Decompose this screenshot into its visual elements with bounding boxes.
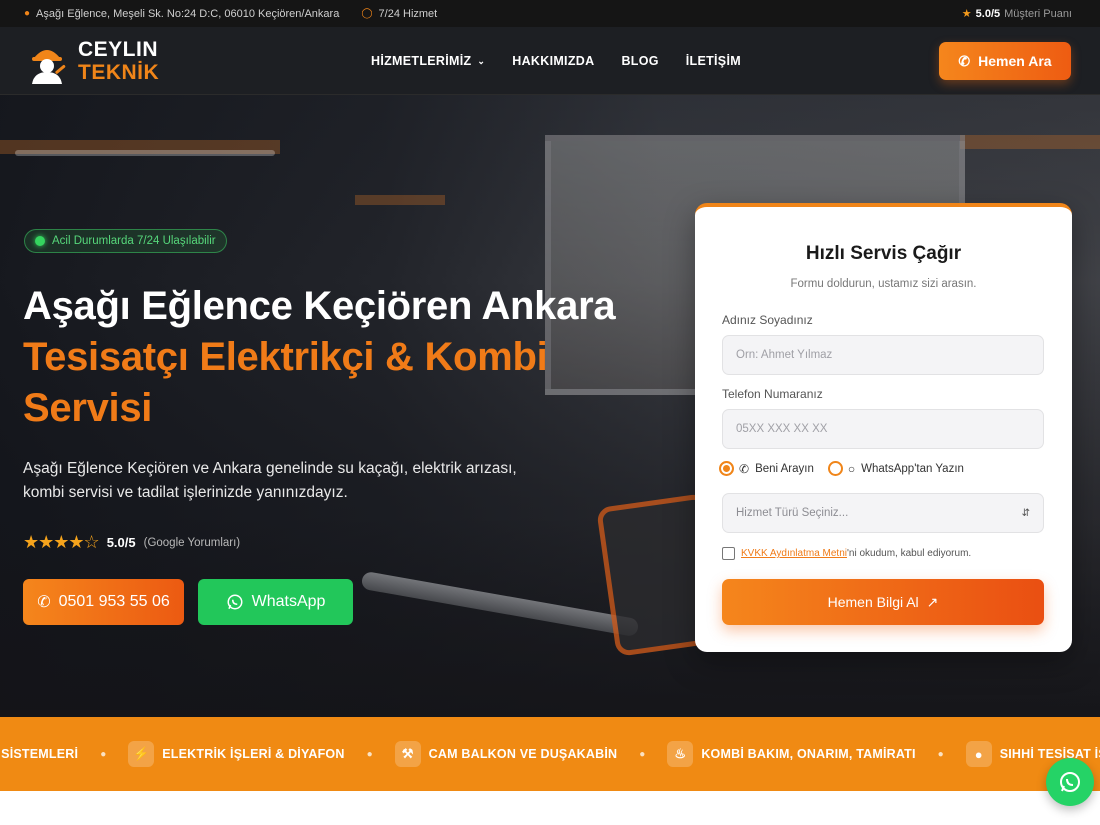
logo-line-1: CEYLIN bbox=[78, 37, 159, 61]
nav-contact[interactable]: İLETİŞİM bbox=[686, 54, 741, 68]
hero-title-orange-2: Servisi bbox=[23, 386, 153, 430]
form-subtitle: Formu doldurun, ustamız sizi arasın. bbox=[790, 278, 977, 290]
hero-title-orange-1: Tesisatçı Elektrikçi & Kombi bbox=[23, 335, 548, 379]
address-info: ● Aşağı Eğlence, Meşeli Sk. No:24 D:C, 0… bbox=[24, 8, 339, 20]
radio-whatsapp-label: WhatsApp'tan Yazın bbox=[861, 462, 964, 475]
ticker-item: ATMA SİSTEMLERİ bbox=[0, 747, 78, 761]
whatsapp-icon: ○ bbox=[847, 461, 856, 476]
flame-icon: ♨ bbox=[667, 741, 694, 767]
quick-service-form: Hızlı Servis Çağır Formu doldurun, ustam… bbox=[695, 203, 1072, 652]
nav-about[interactable]: HAKKIMIZDA bbox=[512, 54, 594, 68]
name-label: Adınız Soyadınız bbox=[722, 313, 813, 327]
radio-whatsapp[interactable] bbox=[827, 461, 843, 476]
contact-preference: ✆ Beni Arayın ○ WhatsApp'tan Yazın bbox=[719, 461, 964, 476]
ticker-item-label: SIHHİ TESİSAT İŞLERİ bbox=[999, 747, 1100, 761]
phone-input[interactable] bbox=[722, 409, 1044, 449]
kvkk-text-wrap: KVKK Aydınlatma Metni'ni okudum, kabul e… bbox=[741, 548, 971, 559]
ticker-item: ⚒ CAM BALKON VE DUŞAKABİN bbox=[394, 741, 618, 767]
phone-icon: ✆ bbox=[958, 52, 971, 69]
service-hours-info: ◯ 7/24 Hizmet bbox=[361, 8, 437, 20]
service-type-placeholder: Hizmet Türü Seçiniz... bbox=[736, 507, 849, 519]
hero-title-white: Aşağı Eğlence Keçiören Ankara bbox=[23, 284, 616, 328]
kvkk-link[interactable]: KVKK Aydınlatma Metni bbox=[741, 548, 847, 559]
logo[interactable]: CEYLIN TEKNİK bbox=[24, 38, 159, 84]
submit-label: Hemen Bilgi Al bbox=[827, 594, 919, 610]
phone-icon: ✆ bbox=[37, 594, 51, 611]
address-text: Aşağı Eğlence, Meşeli Sk. No:24 D:C, 060… bbox=[36, 7, 340, 20]
hammer-icon: ⚒ bbox=[394, 741, 421, 767]
ticker-item: ⚡ ELEKTRİK İŞLERİ & DİYAFON bbox=[128, 741, 344, 767]
ticker-separator: ● bbox=[937, 748, 944, 760]
name-input[interactable] bbox=[722, 335, 1044, 375]
ticker-separator: ● bbox=[639, 748, 646, 760]
radio-call-me-label: Beni Arayın bbox=[755, 462, 814, 475]
ticker-item-label: ATMA SİSTEMLERİ bbox=[0, 747, 79, 761]
ticker-item-label: ELEKTRİK İŞLERİ & DİYAFON bbox=[162, 747, 345, 761]
phone-number: 0501 953 55 06 bbox=[58, 593, 170, 610]
top-bar: ● Aşağı Eğlence, Meşeli Sk. No:24 D:C, 0… bbox=[0, 0, 1100, 27]
kvkk-checkbox[interactable] bbox=[722, 547, 735, 560]
ticker-item-label: CAM BALKON VE DUŞAKABİN bbox=[428, 747, 618, 761]
location-pin-icon: ● bbox=[24, 8, 31, 19]
call-now-label: Hemen Ara bbox=[978, 53, 1052, 69]
rating-source: (Google Yorumları) bbox=[143, 536, 241, 549]
phone-call-button[interactable]: ✆ 0501 953 55 06 bbox=[23, 579, 184, 625]
select-arrows-icon: ⇵ bbox=[1021, 507, 1030, 519]
phone-label: Telefon Numaranız bbox=[722, 387, 823, 401]
rating-score: 5.0/5 bbox=[106, 535, 136, 550]
rating-stars-icon: ★★★★☆ bbox=[23, 532, 100, 552]
services-ticker: ATMA SİSTEMLERİ ● ⚡ ELEKTRİK İŞLERİ & Dİ… bbox=[0, 717, 1100, 791]
background-shelf bbox=[960, 135, 1100, 149]
star-icon: ★ bbox=[961, 8, 972, 20]
emergency-badge-text: Acil Durumlarda 7/24 Ulaşılabilir bbox=[52, 235, 216, 247]
nav-services[interactable]: HİZMETLERİMİZ ⌄ bbox=[371, 54, 485, 68]
service-hours-text: 7/24 Hizmet bbox=[378, 7, 438, 20]
customer-score: ★ 5.0/5 Müşteri Puanı bbox=[961, 7, 1072, 21]
call-now-button[interactable]: ✆ Hemen Ara bbox=[939, 42, 1071, 80]
whatsapp-label: WhatsApp bbox=[251, 593, 326, 610]
site-header: CEYLIN TEKNİK HİZMETLERİMİZ ⌄ HAKKIMIZDA… bbox=[0, 27, 1100, 95]
kvkk-consent: KVKK Aydınlatma Metni'ni okudum, kabul e… bbox=[722, 547, 971, 560]
service-type-select[interactable]: Hizmet Türü Seçiniz... ⇵ bbox=[722, 493, 1044, 533]
hero-rating: ★★★★☆ 5.0/5 (Google Yorumları) bbox=[23, 532, 240, 553]
radio-call-me[interactable] bbox=[719, 461, 734, 476]
form-title: Hızlı Servis Çağır bbox=[805, 243, 962, 264]
whatsapp-button[interactable]: WhatsApp bbox=[198, 579, 353, 625]
status-dot-icon bbox=[35, 236, 45, 246]
bolt-icon: ⚡ bbox=[128, 741, 155, 767]
whatsapp-icon bbox=[1060, 772, 1080, 792]
chevron-down-icon: ⌄ bbox=[477, 56, 486, 66]
clock-icon: ◯ bbox=[361, 8, 373, 19]
hero-title: Aşağı Eğlence Keçiören Ankara Tesisatçı … bbox=[23, 281, 683, 434]
ticker-item: ♨ KOMBİ BAKIM, ONARIM, TAMİRATI bbox=[667, 741, 915, 767]
ticker-item-label: KOMBİ BAKIM, ONARIM, TAMİRATI bbox=[701, 747, 916, 761]
ticker-separator: ● bbox=[100, 748, 107, 760]
floating-whatsapp-button[interactable] bbox=[1046, 758, 1094, 806]
whatsapp-icon bbox=[227, 594, 243, 610]
nav-services-label: HİZMETLERİMİZ bbox=[371, 54, 472, 68]
kvkk-text: 'ni okudum, kabul ediyorum. bbox=[846, 548, 972, 559]
ticker-track: ATMA SİSTEMLERİ ● ⚡ ELEKTRİK İŞLERİ & Dİ… bbox=[0, 717, 1100, 791]
score-value: 5.0/5 bbox=[975, 7, 1001, 20]
technician-logo-icon bbox=[24, 38, 70, 84]
logo-line-2: TEKNİK bbox=[78, 60, 160, 84]
background-shelf bbox=[355, 195, 445, 205]
main-nav: HİZMETLERİMİZ ⌄ HAKKIMIZDA BLOG İLETİŞİM bbox=[371, 27, 768, 95]
arrow-up-right-icon: ↗ bbox=[926, 593, 939, 610]
phone-icon: ✆ bbox=[739, 461, 750, 476]
hero-section: Acil Durumlarda 7/24 Ulaşılabilir Aşağı … bbox=[0, 95, 1100, 717]
background-light bbox=[15, 150, 275, 156]
emergency-badge: Acil Durumlarda 7/24 Ulaşılabilir bbox=[24, 229, 227, 253]
score-label: Müşteri Puanı bbox=[1004, 7, 1072, 20]
drop-icon: ● bbox=[965, 741, 992, 767]
submit-button[interactable]: Hemen Bilgi Al ↗ bbox=[722, 579, 1044, 625]
nav-blog[interactable]: BLOG bbox=[621, 54, 658, 68]
hero-description: Aşağı Eğlence Keçiören ve Ankara genelin… bbox=[23, 460, 517, 501]
ticker-separator: ● bbox=[366, 748, 373, 760]
